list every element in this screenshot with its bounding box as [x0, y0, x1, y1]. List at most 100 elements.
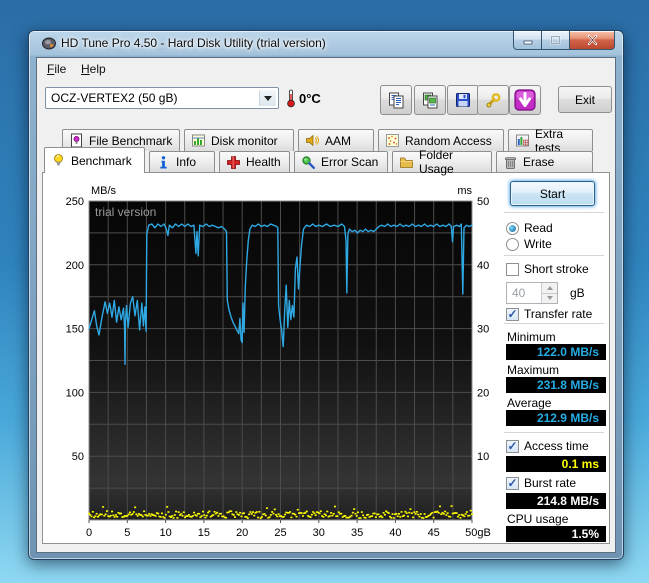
svg-text:40: 40: [389, 527, 401, 539]
disk-monitor-icon: [192, 134, 205, 147]
menu-help[interactable]: Help: [77, 61, 110, 77]
thermometer-icon: [287, 89, 295, 108]
client-area: File Help OCZ-VERTEX2 (50 gB) 0°C Exit F…: [36, 57, 616, 553]
average-label: Average: [507, 396, 552, 410]
close-button[interactable]: [570, 31, 615, 50]
tab-label: Disk monitor: [211, 133, 278, 148]
benchmark-control-panel: Start Read Write Short stroke 40 gB ✓ Tr…: [498, 173, 610, 543]
write-radio-row[interactable]: Write: [506, 237, 552, 251]
svg-text:10: 10: [159, 527, 171, 539]
tab-label: Health: [246, 155, 281, 169]
minimum-label: Minimum: [507, 330, 556, 344]
tab-disk-monitor[interactable]: Disk monitor: [184, 129, 294, 151]
svg-text:20: 20: [477, 387, 489, 399]
separator: [504, 255, 604, 257]
tab-label: Folder Usage: [419, 148, 454, 176]
spinner-value: 40: [512, 286, 526, 300]
tab-health[interactable]: Health: [219, 151, 290, 172]
options-button[interactable]: [477, 85, 509, 115]
short-stroke-row[interactable]: Short stroke: [506, 262, 589, 276]
tab-label: AAM: [325, 133, 352, 148]
short-stroke-label: Short stroke: [524, 262, 589, 276]
transfer-rate-label: Transfer rate: [524, 307, 593, 321]
magnifier-icon: [302, 155, 315, 169]
save-button[interactable]: [447, 85, 479, 115]
health-cross-icon: [227, 155, 240, 169]
cpu-usage-label: CPU usage: [507, 512, 569, 526]
spinner-unit-label: gB: [570, 286, 585, 300]
svg-text:10: 10: [477, 451, 489, 463]
access-time-value: 0.1 ms: [506, 456, 606, 472]
spinner-up[interactable]: [542, 283, 557, 294]
svg-text:40: 40: [477, 260, 489, 272]
app-window: HD Tune Pro 4.50 - Hard Disk Utility (tr…: [28, 30, 624, 560]
transfer-rate-row[interactable]: ✓ Transfer rate: [506, 307, 592, 321]
benchmark-tab-sheet: MB/s ms 50 100 150 200 250 10 20 30 40 50 0 5 10 15 20 25…: [42, 172, 610, 544]
benchmark-bulb-icon: [54, 154, 63, 166]
svg-text:50gB: 50gB: [465, 527, 491, 539]
svg-text:250: 250: [66, 196, 84, 208]
svg-text:45: 45: [428, 527, 440, 539]
tab-error-scan[interactable]: Error Scan: [294, 151, 388, 172]
burst-rate-value: 214.8 MB/s: [506, 493, 606, 509]
transfer-rate-checkbox[interactable]: ✓: [506, 307, 519, 321]
short-stroke-spinner[interactable]: 40: [506, 282, 558, 304]
short-stroke-checkbox[interactable]: [506, 262, 519, 276]
svg-text:15: 15: [198, 527, 210, 539]
tab-label: Error Scan: [321, 155, 379, 169]
exit-button-label: Exit: [574, 92, 595, 107]
tab-info[interactable]: Info: [149, 151, 215, 172]
chevron-down-icon[interactable]: [259, 90, 276, 106]
menu-file[interactable]: File: [43, 61, 70, 77]
svg-text:50: 50: [477, 196, 489, 208]
write-radio-label: Write: [524, 237, 552, 251]
copy-text-button[interactable]: [380, 85, 412, 115]
access-time-row[interactable]: ✓ Access time: [506, 439, 589, 453]
svg-text:0: 0: [86, 527, 92, 539]
minimum-value: 122.0 MB/s: [506, 344, 606, 360]
update-download-icon: [514, 89, 536, 111]
read-radio[interactable]: [506, 221, 519, 235]
speaker-icon: [306, 134, 319, 147]
maximize-button[interactable]: [542, 31, 570, 50]
burst-rate-checkbox[interactable]: ✓: [506, 476, 519, 490]
trash-icon: [505, 156, 516, 169]
exit-button[interactable]: Exit: [558, 86, 612, 113]
minimize-button[interactable]: [513, 31, 542, 50]
burst-rate-row[interactable]: ✓ Burst rate: [506, 476, 576, 490]
svg-text:35: 35: [351, 527, 363, 539]
tab-aam[interactable]: AAM: [298, 129, 374, 151]
maximum-label: Maximum: [507, 363, 560, 377]
read-radio-row[interactable]: Read: [506, 221, 553, 235]
spinner-arrows[interactable]: [541, 283, 557, 303]
options-wrench-icon: [486, 92, 500, 107]
start-button-label: Start: [539, 186, 566, 201]
tab-extra-tests[interactable]: Extra tests: [508, 127, 593, 155]
drive-select[interactable]: OCZ-VERTEX2 (50 gB): [45, 87, 279, 109]
copy-image-button[interactable]: [414, 85, 446, 115]
save-icon: [456, 93, 470, 107]
read-radio-label: Read: [524, 221, 553, 235]
cpu-usage-value: 1.5%: [506, 526, 606, 542]
start-button[interactable]: Start: [510, 181, 595, 206]
info-icon: [160, 155, 167, 168]
average-value: 212.9 MB/s: [506, 410, 606, 426]
write-radio[interactable]: [506, 237, 519, 251]
burst-rate-label: Burst rate: [524, 476, 577, 490]
tab-erase[interactable]: Erase: [496, 151, 593, 172]
spinner-down[interactable]: [542, 293, 557, 303]
hdtune-logo-icon: [42, 37, 56, 50]
tab-folder-usage[interactable]: Folder Usage: [392, 148, 492, 176]
update-button[interactable]: [509, 85, 541, 115]
svg-text:trial version: trial version: [95, 205, 156, 219]
separator: [504, 323, 604, 325]
access-time-label: Access time: [524, 439, 589, 453]
svg-text:MB/s: MB/s: [91, 185, 117, 197]
access-time-checkbox[interactable]: ✓: [506, 439, 519, 453]
random-access-icon: [386, 134, 399, 147]
window-controls: [513, 31, 615, 50]
svg-text:150: 150: [66, 324, 84, 336]
tab-benchmark[interactable]: Benchmark: [44, 147, 145, 173]
title-bar[interactable]: HD Tune Pro 4.50 - Hard Disk Utility (tr…: [29, 31, 623, 55]
svg-text:25: 25: [274, 527, 286, 539]
